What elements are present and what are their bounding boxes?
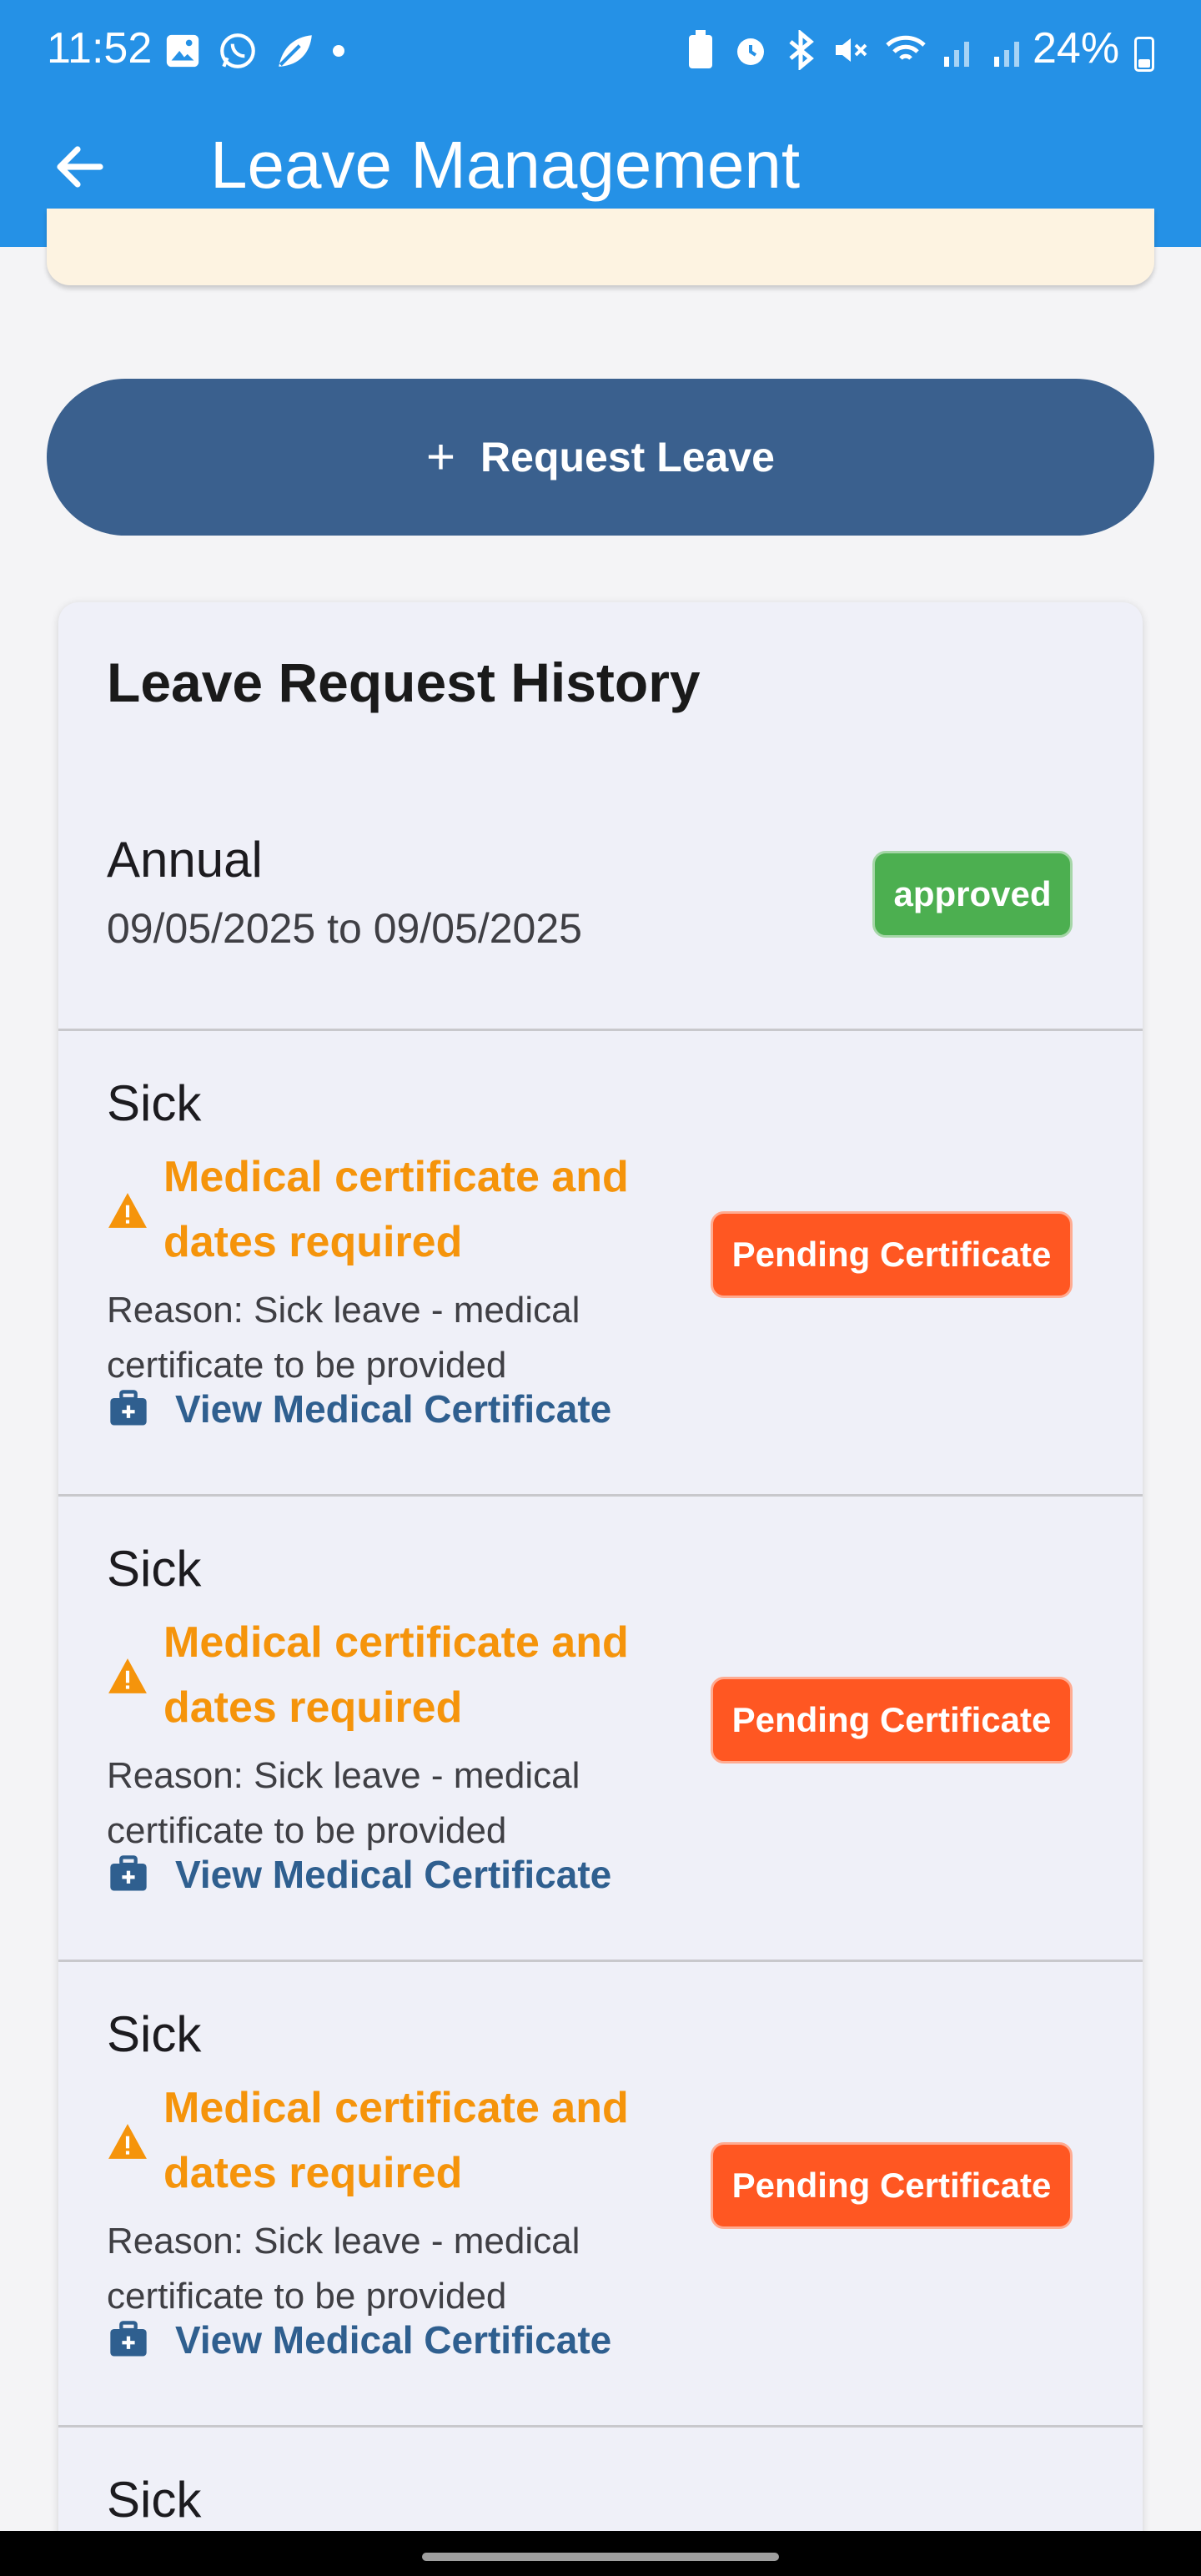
page-title: Leave Management <box>210 128 801 202</box>
status-badge: Pending Certificate <box>711 1677 1073 1763</box>
mute-icon <box>836 38 867 62</box>
leave-entry[interactable]: Sick Medical certificate and dates requi… <box>58 1962 1143 2428</box>
warning-text: Medical certificate and dates required <box>163 1618 629 1732</box>
status-badge: approved <box>872 851 1073 938</box>
whatsapp-icon <box>220 33 255 68</box>
signal-icon-2 <box>994 42 1019 67</box>
request-leave-label: Request Leave <box>480 434 775 480</box>
request-leave-button[interactable]: + Request Leave <box>47 379 1154 536</box>
leave-history-card: Leave Request History Annual 09/05/2025 … <box>58 602 1143 2538</box>
leave-entry[interactable]: Sick Medical certificate and dates requi… <box>58 1031 1143 1497</box>
status-bar: 11:52 24% <box>0 0 1201 107</box>
view-certificate-link[interactable]: View Medical Certificate <box>107 2317 611 2362</box>
medical-briefcase-icon <box>110 1390 147 1426</box>
history-title: Leave Request History <box>107 652 701 713</box>
leave-reason: Reason: Sick leave - medical certificate… <box>107 2221 580 2317</box>
back-button[interactable] <box>50 137 117 197</box>
status-time: 11:52 <box>47 24 153 73</box>
battery-saver-icon <box>689 30 712 68</box>
leaf-icon <box>279 35 312 67</box>
medical-briefcase-icon <box>110 2321 147 2357</box>
warning-text: Medical certificate and dates required <box>163 1153 629 1266</box>
medical-briefcase-icon <box>110 1855 147 1891</box>
warning-triangle-icon <box>108 2124 147 2159</box>
view-certificate-label: View Medical Certificate <box>175 1387 612 1431</box>
warning-text: Medical certificate and dates required <box>163 2084 629 2197</box>
view-certificate-link[interactable]: View Medical Certificate <box>107 1852 611 1897</box>
alarm-icon <box>737 38 764 65</box>
bluetooth-icon <box>789 30 814 70</box>
view-certificate-label: View Medical Certificate <box>175 1853 612 1896</box>
arrow-left-icon <box>57 146 103 188</box>
gallery-icon <box>166 34 199 68</box>
leave-type: Annual <box>107 832 263 888</box>
leave-type: Sick <box>107 2472 202 2528</box>
leave-reason: Reason: Sick leave - medical certificate… <box>107 1290 580 1386</box>
wifi-icon <box>886 35 926 60</box>
plus-icon: + <box>426 429 456 485</box>
view-certificate-link[interactable]: View Medical Certificate <box>107 1386 611 1431</box>
signal-icon <box>944 42 969 67</box>
system-icons <box>684 30 1028 70</box>
leave-balance-card <box>47 209 1154 285</box>
leave-entry[interactable]: Annual 09/05/2025 to 09/05/2025 approved <box>58 796 1143 1031</box>
leave-reason: Reason: Sick leave - medical certificate… <box>107 1755 580 1851</box>
leave-entry[interactable]: Sick Medical certificate and dates requi… <box>58 1497 1143 1962</box>
system-nav-bar <box>0 2531 1201 2576</box>
dot-icon <box>333 45 344 57</box>
warning-triangle-icon <box>108 1193 147 1228</box>
leave-dates: 09/05/2025 to 09/05/2025 <box>107 905 582 952</box>
warning-triangle-icon <box>108 1658 147 1693</box>
battery-icon <box>1134 37 1154 72</box>
status-badge: Pending Certificate <box>711 2142 1073 2229</box>
leave-type: Sick <box>107 1075 202 1131</box>
leave-type: Sick <box>107 1541 202 1597</box>
battery-percent: 24% <box>1033 24 1120 73</box>
notification-icons <box>163 30 347 72</box>
leave-entry[interactable]: Sick <box>58 2428 1143 2538</box>
leave-type: Sick <box>107 2006 202 2062</box>
view-certificate-label: View Medical Certificate <box>175 2318 612 2362</box>
status-badge: Pending Certificate <box>711 1211 1073 1298</box>
home-gesture-handle[interactable] <box>422 2553 779 2561</box>
